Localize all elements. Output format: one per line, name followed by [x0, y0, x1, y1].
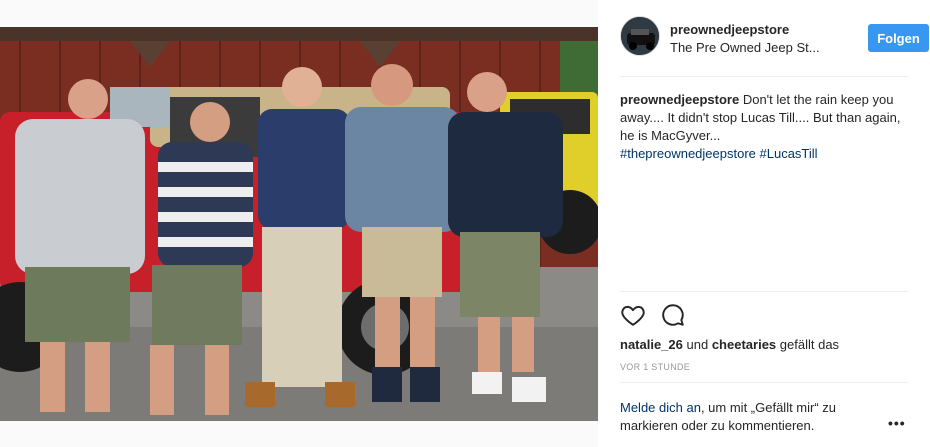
- divider: [620, 382, 908, 383]
- post-username[interactable]: preownedjeepstore: [670, 22, 789, 37]
- likes-line: natalie_26 und cheetaries gefällt das: [620, 337, 839, 352]
- divider: [620, 76, 908, 77]
- post-location[interactable]: The Pre Owned Jeep St...: [670, 40, 820, 55]
- divider: [620, 291, 908, 292]
- post-caption: preownedjeepstore Don't let the rain kee…: [620, 91, 905, 163]
- caption-username[interactable]: preownedjeepstore: [620, 92, 739, 107]
- like-user[interactable]: cheetaries: [712, 337, 776, 352]
- post-details-panel: preownedjeepstore The Pre Owned Jeep St.…: [598, 0, 930, 447]
- follow-button[interactable]: Folgen: [868, 24, 929, 52]
- comment-icon[interactable]: [660, 302, 686, 328]
- like-user[interactable]: natalie_26: [620, 337, 683, 352]
- hashtag-link[interactable]: #thepreownedjeepstore: [620, 146, 756, 161]
- hashtag-link[interactable]: #LucasTill: [760, 146, 818, 161]
- post-photo[interactable]: [0, 27, 598, 421]
- login-link[interactable]: Melde dich an: [620, 400, 701, 415]
- more-options-icon[interactable]: •••: [888, 415, 906, 431]
- photo-area: [0, 0, 598, 447]
- heart-icon[interactable]: [620, 302, 646, 328]
- likes-suffix: gefällt das: [779, 337, 840, 352]
- likes-connector: und: [686, 337, 709, 352]
- post-header: preownedjeepstore The Pre Owned Jeep St.…: [620, 16, 929, 62]
- login-prompt: Melde dich an, um mit „Gefällt mir“ zu m…: [620, 399, 870, 435]
- post-timestamp[interactable]: VOR 1 STUNDE: [620, 362, 690, 372]
- avatar[interactable]: [620, 16, 660, 56]
